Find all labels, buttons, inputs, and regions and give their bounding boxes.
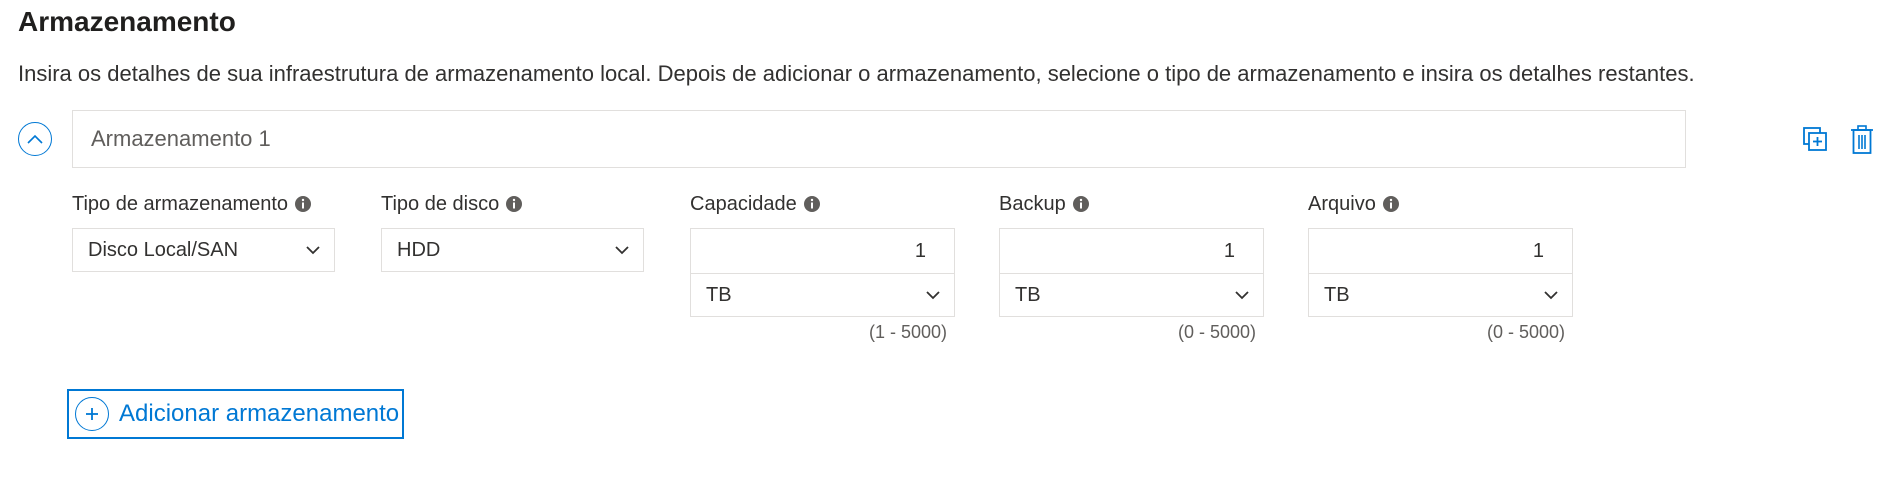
storage-type-value: Disco Local/SAN [88,238,239,261]
capacity-label: Capacidade [690,191,821,217]
info-icon[interactable] [294,195,312,213]
storage-type-select[interactable]: Disco Local/SAN [72,228,335,272]
chevron-down-icon [1235,291,1249,300]
info-icon[interactable] [1382,195,1400,213]
capacity-unit-value: TB [706,283,732,306]
archive-input[interactable] [1308,228,1573,274]
page-title: Armazenamento [18,6,236,37]
duplicate-button[interactable] [1798,122,1832,156]
capacity-input[interactable] [690,228,955,274]
storage-type-label-text: Tipo de armazenamento [72,193,289,215]
storage-type-label: Tipo de armazenamento [72,191,312,217]
capacity-range: (1 - 5000) [868,322,947,342]
chevron-down-icon [1544,291,1558,300]
chevron-down-icon [306,246,320,255]
archive-range: (0 - 5000) [1486,322,1565,342]
plus-circle-icon [75,397,109,431]
backup-input[interactable] [999,228,1264,274]
collapse-toggle-button[interactable] [18,122,52,156]
copy-icon [1803,127,1827,151]
chevron-down-icon [615,246,629,255]
capacity-label-text: Capacidade [690,193,797,215]
add-storage-label: Adicionar armazenamento [119,400,400,427]
add-storage-button[interactable]: Adicionar armazenamento [67,389,404,439]
backup-unit-select[interactable]: TB [999,273,1264,317]
disk-type-select[interactable]: HDD [381,228,644,272]
backup-range: (0 - 5000) [1177,322,1256,342]
capacity-unit-select[interactable]: TB [690,273,955,317]
info-icon[interactable] [803,195,821,213]
chevron-down-icon [926,291,940,300]
archive-label-text: Arquivo [1308,193,1376,215]
section-description: Insira os detalhes de sua infraestrutura… [18,61,1695,86]
disk-type-value: HDD [397,238,441,261]
storage-name-input[interactable] [72,110,1686,168]
archive-label: Arquivo [1308,191,1400,217]
chevron-up-icon [27,134,43,144]
info-icon[interactable] [505,195,523,213]
backup-label-text: Backup [999,193,1066,215]
trash-button[interactable] [1847,124,1877,156]
disk-type-label-text: Tipo de disco [381,193,500,215]
backup-label: Backup [999,191,1090,217]
storage-section: Armazenamento Insira os detalhes de sua … [0,0,1885,490]
backup-unit-value: TB [1015,283,1041,306]
archive-unit-select[interactable]: TB [1308,273,1573,317]
archive-unit-value: TB [1324,283,1350,306]
disk-type-label: Tipo de disco [381,191,523,217]
trash-icon [1851,125,1873,154]
info-icon[interactable] [1072,195,1090,213]
